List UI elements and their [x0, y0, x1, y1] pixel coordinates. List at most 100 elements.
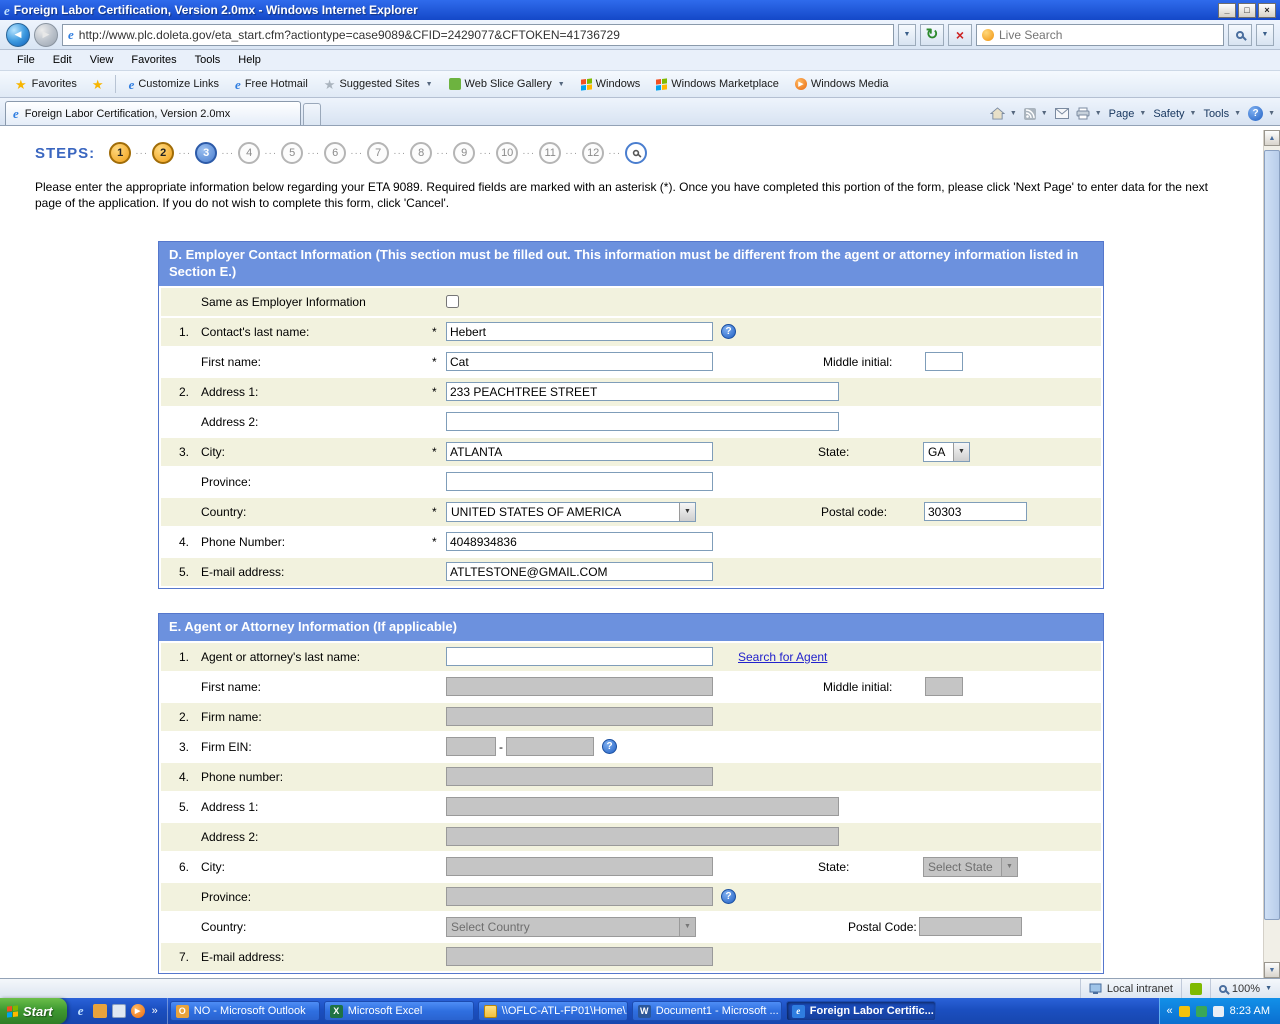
quick-launch-media-icon[interactable]: ▶ — [131, 1004, 145, 1018]
contact-first-name-input[interactable] — [446, 352, 713, 371]
favorites-link-suggested-sites[interactable]: ★ Suggested Sites ▼ — [316, 75, 441, 94]
step-12: 12 — [582, 142, 604, 164]
page-menu-button[interactable]: Page ▼ — [1109, 108, 1147, 120]
taskbar-button-excel[interactable]: X Microsoft Excel — [324, 1001, 474, 1021]
forward-button[interactable]: ▶ — [34, 23, 58, 47]
favorites-link-free-hotmail[interactable]: e Free Hotmail — [227, 75, 316, 94]
tray-expand-chevron[interactable]: « — [1167, 1005, 1173, 1017]
zoom-control[interactable]: 100% ▼ — [1210, 979, 1280, 998]
row-number: 7. — [179, 950, 201, 964]
email-input[interactable] — [446, 562, 713, 581]
menu-help[interactable]: Help — [229, 52, 270, 68]
firm-ein-suffix-input — [506, 737, 594, 756]
address2-input[interactable] — [446, 412, 839, 431]
favorites-link-customize-links[interactable]: e Customize Links — [121, 75, 227, 94]
middle-initial-input[interactable] — [925, 352, 963, 371]
task-label: Document1 - Microsoft ... — [656, 1005, 779, 1017]
page-content: STEPS: 1 2 3 4 5 6 7 8 9 10 11 12 Please… — [0, 130, 1280, 978]
favorites-link-label: Suggested Sites — [339, 78, 419, 90]
search-icon — [1236, 31, 1244, 39]
taskbar-button-word[interactable]: W Document1 - Microsoft ... — [632, 1001, 782, 1021]
step-9: 9 — [453, 142, 475, 164]
tray-icon-1[interactable] — [1179, 1006, 1190, 1017]
print-button[interactable]: ▼ — [1076, 107, 1102, 120]
form-row-city: 3. City: * State: GA ▼ — [161, 438, 1101, 466]
address1-input[interactable] — [446, 382, 839, 401]
scroll-down-button[interactable]: ▼ — [1264, 962, 1280, 978]
required-asterisk: * — [432, 385, 446, 399]
search-for-agent-link[interactable]: Search for Agent — [738, 650, 827, 664]
taskbar-button-ie-active[interactable]: e Foreign Labor Certific... — [786, 1001, 936, 1021]
help-icon[interactable]: ? — [721, 324, 736, 339]
show-desktop-icon[interactable] — [112, 1004, 126, 1018]
favorites-link-windows-marketplace[interactable]: Windows Marketplace — [648, 75, 787, 93]
help-menu-button[interactable]: ? ▼ — [1248, 106, 1275, 121]
field-label: Contact's last name: — [201, 325, 432, 339]
help-icon[interactable]: ? — [602, 739, 617, 754]
search-dropdown-button[interactable]: ▼ — [1256, 24, 1274, 46]
menu-view[interactable]: View — [81, 52, 123, 68]
scrollbar-thumb[interactable] — [1264, 150, 1280, 920]
address-input[interactable]: e http://www.plc.doleta.gov/eta_start.cf… — [62, 24, 894, 46]
status-bar: Local intranet 100% ▼ — [0, 978, 1280, 998]
required-asterisk: * — [432, 325, 446, 339]
restore-button[interactable]: □ — [1238, 3, 1256, 18]
start-button[interactable]: Start — [0, 998, 67, 1024]
tools-menu-button[interactable]: Tools ▼ — [1203, 108, 1241, 120]
tab-foreign-labor-certification[interactable]: e Foreign Labor Certification, Version 2… — [5, 101, 301, 125]
help-icon[interactable]: ? — [721, 889, 736, 904]
stop-button[interactable]: × — [948, 24, 972, 46]
safety-menu-button[interactable]: Safety ▼ — [1153, 108, 1196, 120]
quick-launch-mail-icon[interactable] — [93, 1004, 107, 1018]
favorites-link-windows-media[interactable]: ▶ Windows Media — [787, 75, 897, 93]
menu-tools[interactable]: Tools — [186, 52, 230, 68]
city-input[interactable] — [446, 442, 713, 461]
step-separator — [565, 148, 578, 159]
phone-number-input[interactable] — [446, 532, 713, 551]
link-icon: e — [235, 78, 241, 91]
feeds-button[interactable]: ▼ — [1024, 108, 1048, 120]
taskbar-button-explorer-folder[interactable]: \\OFLC-ATL-FP01\Home\... — [478, 1001, 628, 1021]
postal-code-input[interactable] — [924, 502, 1027, 521]
agent-last-name-input[interactable] — [446, 647, 713, 666]
favorites-link-label: Free Hotmail — [245, 78, 308, 90]
favorites-link-windows[interactable]: Windows — [573, 75, 649, 93]
same-as-employer-checkbox[interactable] — [446, 295, 459, 308]
close-button[interactable]: × — [1258, 3, 1276, 18]
field-label: Address 2: — [201, 830, 432, 844]
row-number: 3. — [179, 740, 201, 754]
section-d-panel: D. Employer Contact Information (This se… — [158, 241, 1104, 589]
favorites-button[interactable]: ★ Favorites — [6, 75, 86, 94]
taskbar-button-outlook[interactable]: O NO - Microsoft Outlook — [170, 1001, 320, 1021]
back-button[interactable]: ◀ — [6, 23, 30, 47]
country-select[interactable]: UNITED STATES OF AMERICA ▼ — [446, 502, 696, 522]
read-mail-button[interactable] — [1055, 108, 1069, 119]
menu-favorites[interactable]: Favorites — [122, 52, 185, 68]
url-text: http://www.plc.doleta.gov/eta_start.cfm?… — [79, 28, 620, 42]
agent-middle-initial-input — [925, 677, 963, 696]
refresh-button[interactable]: ↻ — [920, 24, 944, 46]
minimize-button[interactable]: _ — [1218, 3, 1236, 18]
step-7: 7 — [367, 142, 389, 164]
menu-edit[interactable]: Edit — [44, 52, 81, 68]
favorites-link-web-slice-gallery[interactable]: Web Slice Gallery ▼ — [441, 75, 573, 93]
tray-icon-3[interactable] — [1213, 1006, 1224, 1017]
vertical-scrollbar[interactable]: ▲ ▼ — [1263, 130, 1280, 978]
quick-launch-ie-icon[interactable]: e — [74, 1004, 88, 1018]
new-tab-button[interactable] — [303, 103, 321, 125]
menu-file[interactable]: File — [8, 52, 44, 68]
add-favorite-button[interactable]: ★ — [86, 75, 110, 94]
scroll-up-button[interactable]: ▲ — [1264, 130, 1280, 146]
home-button[interactable]: ▼ — [990, 107, 1017, 120]
field-label: Postal code: — [821, 505, 924, 519]
address-dropdown-button[interactable]: ▼ — [898, 24, 916, 46]
province-input[interactable] — [446, 472, 713, 491]
tray-icon-2[interactable] — [1196, 1006, 1207, 1017]
contact-last-name-input[interactable] — [446, 322, 713, 341]
state-select[interactable]: GA ▼ — [923, 442, 970, 462]
row-number: 6. — [179, 860, 201, 874]
quick-launch-overflow-chevron[interactable]: » — [150, 1005, 160, 1017]
search-go-button[interactable] — [1228, 24, 1252, 46]
search-box — [976, 24, 1224, 46]
search-input[interactable] — [999, 28, 1218, 42]
